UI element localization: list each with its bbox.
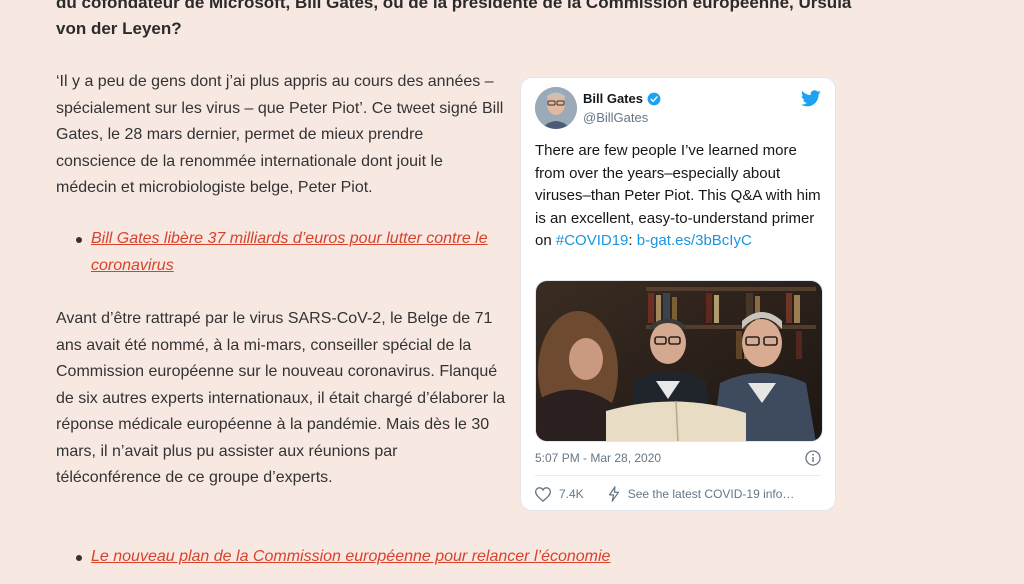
lightning-icon: [608, 486, 619, 502]
lead-line-2: von der Leyen?: [56, 19, 182, 38]
hashtag-link[interactable]: #COVID19: [556, 232, 629, 249]
covid-info-link[interactable]: See the latest COVID-19 info…: [608, 486, 795, 502]
author-name[interactable]: Bill Gates: [583, 91, 643, 106]
heart-icon: [535, 486, 551, 502]
related-link-commission-plan[interactable]: Le nouveau plan de la Commission europée…: [91, 544, 696, 571]
related-link-bill-gates[interactable]: Bill Gates libère 37 milliards d’euros p…: [91, 226, 496, 279]
info-icon[interactable]: [805, 450, 821, 466]
bullet-dot: [76, 237, 82, 243]
article-lead: du cofondateur de Microsoft, Bill Gates,…: [56, 0, 856, 42]
related-article-item: Le nouveau plan de la Commission europée…: [76, 544, 696, 571]
tweet-separator: :: [628, 232, 637, 249]
tweet-author[interactable]: Bill Gates: [583, 91, 661, 106]
paragraph-body: Avant d’être rattrapé par le virus SARS-…: [56, 310, 506, 486]
tweet-divider: [535, 475, 821, 476]
paragraph-intro: ‘Il y a peu de gens dont j’ai plus appri…: [56, 73, 504, 196]
bullet-dot: [76, 555, 82, 561]
lead-line-1: du cofondateur de Microsoft, Bill Gates,…: [56, 0, 852, 12]
twitter-bird-icon[interactable]: [801, 90, 821, 107]
embedded-tweet[interactable]: Bill Gates @BillGates There are few peop…: [520, 77, 836, 511]
like-count: 7.4K: [559, 487, 584, 501]
covid-info-text[interactable]: See the latest COVID-19 info…: [628, 487, 795, 501]
tweet-actions: 7.4K See the latest COVID-19 info…: [535, 486, 794, 502]
tweet-timestamp[interactable]: 5:07 PM - Mar 28, 2020: [535, 451, 661, 465]
related-article-item: Bill Gates libère 37 milliards d’euros p…: [76, 226, 496, 279]
tweet-url-link[interactable]: b-gat.es/3bBcIyC: [637, 232, 752, 249]
tweet-text: There are few people I’ve learned more f…: [535, 140, 827, 253]
like-button[interactable]: 7.4K: [535, 486, 584, 502]
author-handle[interactable]: @BillGates: [583, 110, 648, 125]
verified-badge-icon: [647, 92, 661, 105]
tweet-photo[interactable]: [535, 280, 823, 442]
avatar[interactable]: [535, 87, 577, 129]
